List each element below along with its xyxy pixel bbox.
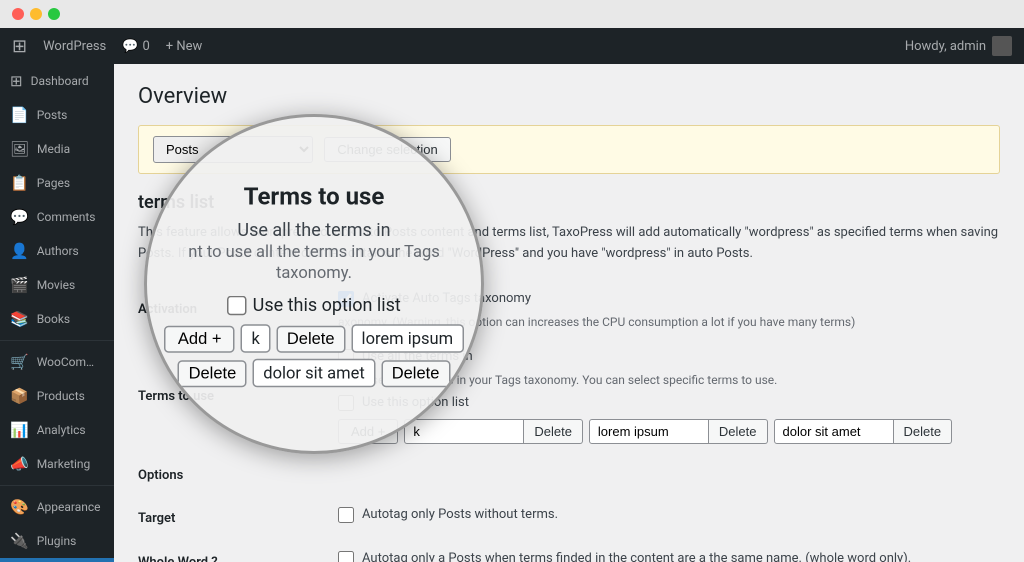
sidebar-item-taxopress[interactable]: 🏷 TaxoPress: [0, 558, 114, 562]
whole-word-row: Autotag only a Posts when terms finded i…: [338, 551, 1000, 562]
close-button[interactable]: [12, 8, 24, 20]
movies-icon: 🎬: [10, 276, 29, 294]
sidebar-item-dashboard[interactable]: ⊞ Dashboard: [0, 64, 114, 98]
maximize-button[interactable]: [48, 8, 60, 20]
authors-icon: 👤: [10, 242, 29, 260]
terms-input-row: Add + Delete Delete Delete: [338, 419, 1000, 444]
activation-hint: axonomy. (Warning, this option can incre…: [338, 315, 1000, 329]
titlebar: [0, 0, 1024, 28]
whole-word-label: Whole Word ?: [138, 541, 338, 562]
sidebar-item-marketing[interactable]: 📣 Marketing: [0, 447, 114, 481]
media-icon: 🖼: [10, 140, 29, 158]
marketing-icon: 📣: [10, 455, 29, 473]
books-icon: 📚: [10, 310, 29, 328]
sidebar-item-books[interactable]: 📚 Books: [0, 302, 114, 336]
term-item-2: Delete: [589, 419, 768, 444]
sidebar-item-analytics[interactable]: 📊 Analytics: [0, 413, 114, 447]
wp-logo-icon: ⊞: [12, 36, 27, 57]
term-input-3[interactable]: [774, 419, 894, 444]
posts-icon: 📄: [10, 106, 29, 124]
sidebar-item-comments[interactable]: 💬 Comments: [0, 200, 114, 234]
use-option-list-row: Use this option list: [338, 395, 1000, 411]
notice-box: Posts Change selection: [138, 125, 1000, 174]
term-item-3: Delete: [774, 419, 953, 444]
term-input-2[interactable]: [589, 419, 709, 444]
admin-bar: ⊞ WordPress 💬 0 + New Howdy, admin: [0, 28, 1024, 64]
plugins-icon: 🔌: [10, 532, 29, 550]
pages-icon: 📋: [10, 174, 29, 192]
sidebar-item-plugins[interactable]: 🔌 Plugins: [0, 524, 114, 558]
term-input-1[interactable]: [404, 419, 524, 444]
options-label: Options: [138, 454, 338, 497]
use-all-terms-label: Use all the terms in: [362, 349, 473, 364]
sidebar-item-movies[interactable]: 🎬 Movies: [0, 268, 114, 302]
minimize-button[interactable]: [30, 8, 42, 20]
activation-row: Activate Auto Tags taxonomy: [338, 291, 1000, 307]
activation-label: Activation: [138, 281, 338, 339]
products-icon: 📦: [10, 387, 29, 405]
howdy-label: Howdy, admin: [905, 36, 1012, 56]
main-content: Overview Posts Change selection terms li…: [114, 64, 1024, 562]
change-selection-button[interactable]: Change selection: [324, 137, 450, 162]
whole-word-checkbox-label: Autotag only a Posts when terms finded i…: [362, 551, 911, 562]
sidebar: ⊞ Dashboard 📄 Posts 🖼 Media 📋 Pages 💬 Co…: [0, 64, 114, 562]
add-term-button[interactable]: Add +: [338, 419, 398, 444]
delete-term-button-1[interactable]: Delete: [524, 419, 583, 444]
activate-autotags-checkbox[interactable]: [338, 291, 354, 307]
page-title: Overview: [138, 84, 1000, 109]
analytics-icon: 📊: [10, 421, 29, 439]
terms-to-use-label: Terms to use: [138, 339, 338, 454]
sidebar-item-media[interactable]: 🖼 Media: [0, 132, 114, 166]
comments-link[interactable]: 💬 0: [122, 39, 150, 54]
section-title: terms list: [138, 192, 1000, 213]
sidebar-item-appearance[interactable]: 🎨 Appearance: [0, 490, 114, 524]
divider: [0, 340, 114, 341]
autotag-only-label: Autotag only Posts without terms.: [362, 507, 558, 522]
use-all-terms-row: Use all the terms in: [338, 349, 1000, 365]
use-all-terms-checkbox[interactable]: [338, 349, 354, 365]
dashboard-icon: ⊞: [10, 72, 23, 90]
use-all-terms-hint: nt to use all the terms in your Tags tax…: [338, 373, 1000, 387]
target-row: Autotag only Posts without terms.: [338, 507, 1000, 523]
site-name[interactable]: WordPress: [43, 39, 106, 54]
whole-word-checkbox[interactable]: [338, 551, 354, 562]
sidebar-item-authors[interactable]: 👤 Authors: [0, 234, 114, 268]
use-option-list-label: Use this option list: [362, 395, 469, 410]
sidebar-item-posts[interactable]: 📄 Posts: [0, 98, 114, 132]
delete-term-button-2[interactable]: Delete: [709, 419, 768, 444]
divider2: [0, 485, 114, 486]
sidebar-item-products[interactable]: 📦 Products: [0, 379, 114, 413]
new-link[interactable]: + New: [166, 39, 203, 54]
woocommerce-icon: 🛒: [10, 353, 29, 371]
sidebar-item-pages[interactable]: 📋 Pages: [0, 166, 114, 200]
section-description: This feature allows Wordpress to look in…: [138, 223, 1000, 265]
post-type-select[interactable]: Posts: [153, 136, 313, 163]
autotag-only-checkbox[interactable]: [338, 507, 354, 523]
target-label: Target: [138, 497, 338, 541]
delete-term-button-3[interactable]: Delete: [894, 419, 953, 444]
comments-icon: 💬: [10, 208, 29, 226]
settings-form: Activation Activate Auto Tags taxonomy a…: [138, 281, 1000, 562]
avatar: [992, 36, 1012, 56]
activate-autotags-label: Activate Auto Tags taxonomy: [362, 291, 531, 306]
appearance-icon: 🎨: [10, 498, 29, 516]
use-option-list-checkbox[interactable]: [338, 395, 354, 411]
sidebar-item-woocommerce[interactable]: 🛒 WooComme...: [0, 345, 114, 379]
term-item-1: Delete: [404, 419, 583, 444]
